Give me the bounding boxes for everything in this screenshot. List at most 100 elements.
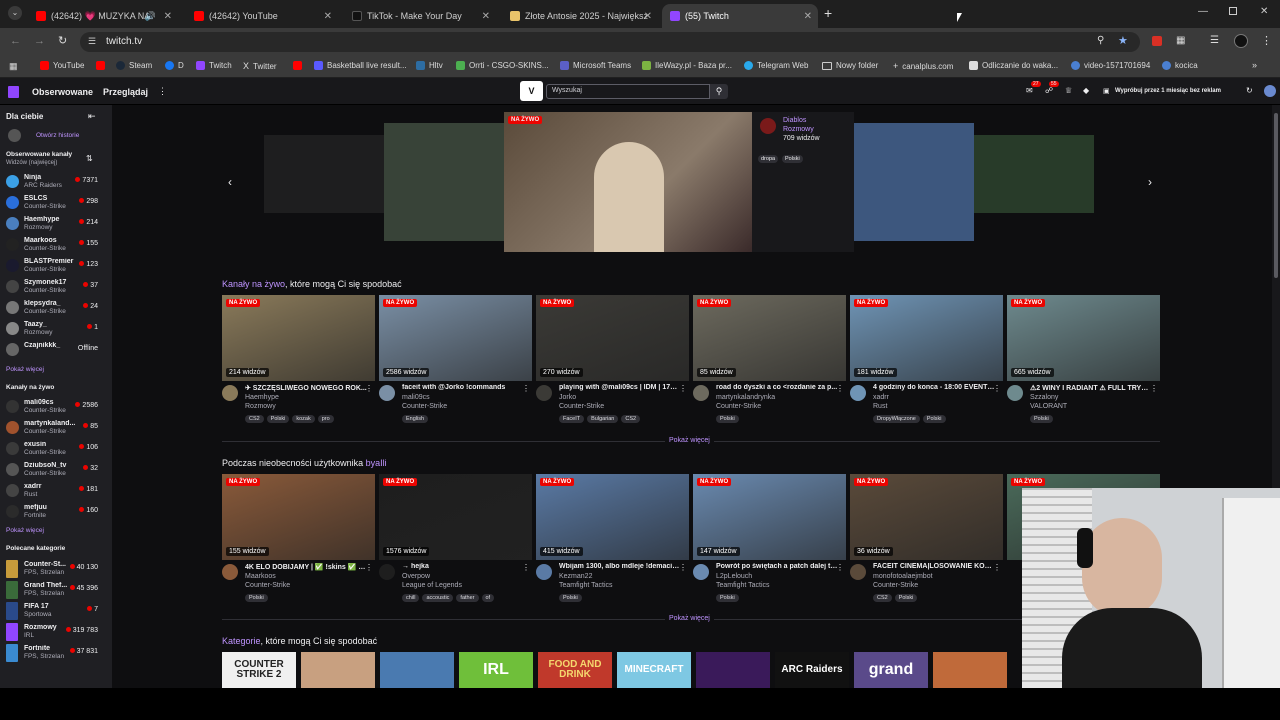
channel-name[interactable]: Overpow [402,573,430,580]
stream-card[interactable]: NA ŻYWO 181 widzów 4 godziny do konca - 18… [850,295,1003,425]
bookmark-twitch[interactable]: Twitch [196,61,232,70]
more-bookmarks-icon[interactable]: » [1252,60,1257,70]
card-menu-icon[interactable]: ⋮ [365,384,373,393]
sidebar-channel-row[interactable]: mali09cs Counter-Strike 2586 [0,397,106,418]
stream-card[interactable]: NA ŻYWO 85 widzów road do dyszki a co <roz… [693,295,846,425]
tag[interactable]: Polski [559,594,582,602]
stream-card[interactable]: NA ŻYWO 155 widzów 4K ELO DOBIJAMY | ✅ !sk… [222,474,375,604]
open-history-link[interactable]: Otwórz historie [36,132,79,139]
bookmark-youtube-2[interactable] [96,61,105,70]
category-card[interactable] [301,652,375,688]
browser-menu-icon[interactable]: ⋮ [1261,34,1272,47]
stream-card[interactable]: NA ŻYWO 415 widzów Wbijam 1300, albo mdlej… [536,474,689,604]
sidebar-channel-row[interactable]: Taazy_ Rozmowy 1 [0,319,106,340]
channel-name[interactable]: monofotoalaejmbot [873,573,933,580]
sidebar-channel-row[interactable]: martynkaland... Counter-Strike 85 [0,418,106,439]
channel-avatar[interactable] [760,118,776,134]
card-menu-icon[interactable]: ⋮ [993,384,1001,393]
channel-avatar[interactable] [693,385,709,401]
stream-card[interactable]: NA ŻYWO 270 widzów playing with @mali09cs … [536,295,689,425]
prime-logo-icon[interactable]: V [520,81,543,101]
audio-icon[interactable]: 🔊 [145,11,156,22]
tag[interactable]: of [481,594,495,602]
stream-category[interactable]: League of Legends [402,582,462,589]
stream-title[interactable]: 4K ELO DOBIJAMY | ✅ !skins ✅ !k... [245,563,367,571]
stream-thumbnail[interactable]: NA ŻYWO 415 widzów [536,474,689,560]
tag[interactable]: Polski [894,594,918,602]
channel-avatar[interactable] [850,385,866,401]
stream-thumbnail[interactable]: NA ŻYWO 85 widzów [693,295,846,381]
sidebar-channel-row[interactable]: klepsydra_ Counter-Strike 24 [0,298,106,319]
channel-avatar[interactable] [536,564,552,580]
tag[interactable]: Polski [716,594,739,602]
card-menu-icon[interactable]: ⋮ [679,563,687,572]
tag[interactable]: Polski [922,415,946,423]
scrollbar-thumb[interactable] [1274,113,1278,278]
channel-avatar[interactable] [222,564,238,580]
nav-following[interactable]: Obserwowane [32,87,93,97]
apps-grid-icon[interactable]: ▦ [9,61,18,72]
tag[interactable]: kozak [292,415,315,423]
bookmark-facebook[interactable]: D [165,61,184,70]
channel-name[interactable]: L2pLelouch [716,573,752,580]
section-link[interactable]: Kanały na żywo [222,279,285,289]
carousel-thumb[interactable] [264,135,384,213]
close-tab-icon[interactable]: ✕ [482,11,490,22]
channel-name[interactable]: Maarkoos [245,573,276,580]
stream-card[interactable]: NA ŻYWO 665 widzów ⚠2 WINY I RADIANT ⚠ FUL… [1007,295,1160,425]
carousel-prev-icon[interactable]: ‹ [228,175,232,189]
browser-tab-2[interactable]: (42642) YouTube ✕ [186,4,338,28]
bookmark-orrti[interactable]: Orrti - CSGO-SKINS... [456,61,549,70]
bookmark-telegram[interactable]: Telegram Web [744,61,808,70]
tag[interactable]: FaceIT [559,415,585,423]
bookmark-steam[interactable]: Steam [116,61,152,70]
sidebar-channel-row[interactable]: Counter-St... FPS, Strzelan 40 130 [0,559,106,580]
tag[interactable]: Polski [782,155,803,163]
stream-card[interactable]: NA ŻYWO 1576 widzów → hejka Overpow League o… [379,474,532,604]
stream-category[interactable]: Counter-Strike [402,403,447,410]
bookmark-teams[interactable]: Microsoft Teams [560,61,631,70]
carousel-thumb[interactable] [854,123,974,241]
channel-name[interactable]: Kezman22 [559,573,592,580]
sidebar-channel-row[interactable]: xadrr Rust 181 [0,481,106,502]
bookmark-twitter[interactable]: X Twitter [243,61,277,71]
crown-icon[interactable]: ♕ [1065,86,1072,95]
close-tab-icon[interactable]: ✕ [324,11,332,22]
stream-title[interactable]: playing with @mali09cs | IDM | 17yo... [559,384,681,391]
profile-avatar-icon[interactable] [1234,34,1248,48]
whispers-icon[interactable]: ☍ [1045,86,1053,95]
carousel-thumb[interactable] [384,123,504,241]
sidebar-channel-row[interactable]: DziubsoN_tv Counter-Strike 32 [0,460,106,481]
channel-name[interactable]: Jorko [559,394,576,401]
category-card[interactable]: COUNTER STRIKE 2 [222,652,296,688]
sidebar-channel-row[interactable]: Czajnikkk_ Offline [0,340,106,361]
stream-category[interactable]: Rust [873,403,887,410]
bookmark-hltv[interactable]: Hltv [416,61,443,70]
tag[interactable]: Bulgarian [587,415,619,423]
sidebar-channel-row[interactable]: Haemhype Rozmowy 214 [0,214,106,235]
bookmark-video[interactable]: video-1571701694 [1071,61,1150,70]
stream-card[interactable]: NA ŻYWO 2586 widzów faceit with @Jorko !co… [379,295,532,425]
channel-name[interactable]: martynkalandrynka [716,394,775,401]
sidebar-channel-row[interactable]: Maarkoos Counter-Strike 155 [0,235,106,256]
category-card[interactable]: MINECRAFT [617,652,691,688]
category-card[interactable] [380,652,454,688]
stream-title[interactable]: Wbijam 1300, albo mdleje !demacia... [559,563,681,570]
card-menu-icon[interactable]: ⋮ [1150,384,1158,393]
stream-thumbnail[interactable]: NA ŻYWO 36 widzów [850,474,1003,560]
sidebar-channel-row[interactable]: Ninja ARC Raiders 7371 [0,172,106,193]
sidebar-channel-row[interactable]: mefjuu Fortnite 160 [0,502,106,523]
carousel-thumb[interactable] [974,135,1094,213]
featured-stream[interactable]: NA ŻYWO [504,112,752,252]
stream-title[interactable]: FACEIT CINEMA|LOSOWANIE KOSK... [873,563,995,570]
bits-icon[interactable]: ◆ [1083,86,1089,95]
nav-browse[interactable]: Przeglądaj [103,87,148,97]
browser-tab-5-active[interactable]: (55) Twitch ✕ [662,4,818,28]
stream-thumbnail[interactable]: NA ŻYWO 214 widzów [222,295,375,381]
bookmark-ilewazy[interactable]: IleWazy.pl - Baza pr... [642,61,732,70]
tag[interactable]: accoustic [422,594,454,602]
tag[interactable]: DropyWłączone [873,415,920,423]
category-card[interactable]: grand [854,652,928,688]
sidebar-channel-row[interactable]: Rozmowy IRL 319 783 [0,622,106,643]
sidebar-channel-row[interactable]: exusin Counter-Strike 106 [0,439,106,460]
